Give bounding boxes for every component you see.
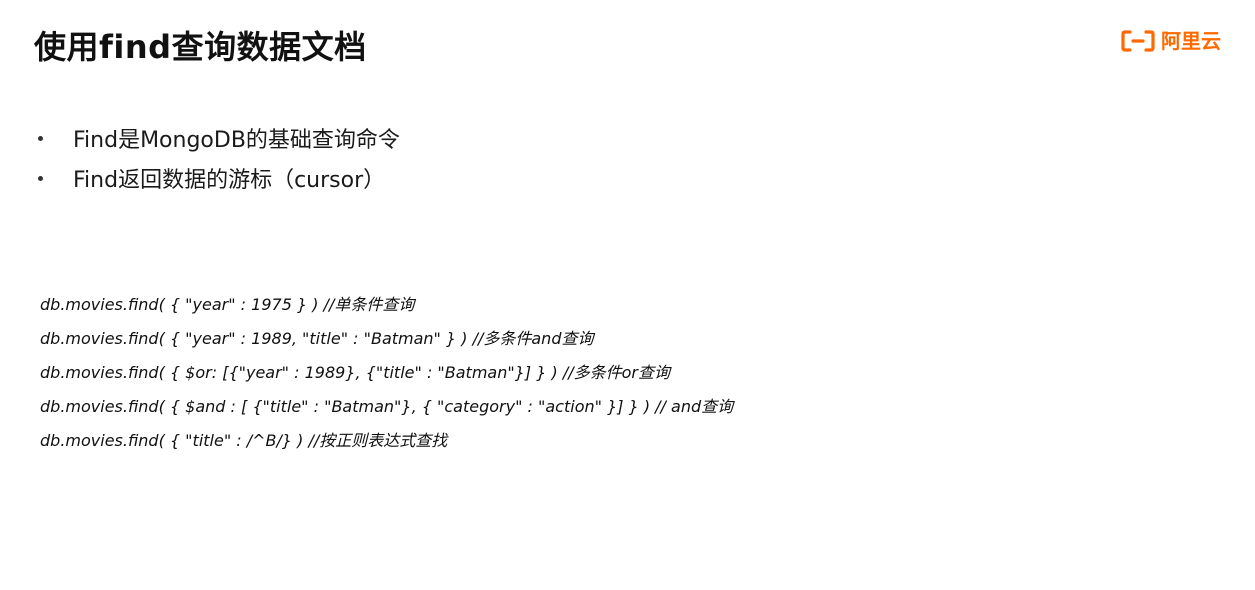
code-line: db.movies.find( { $or: [{"year" : 1989},… xyxy=(40,363,670,382)
aliyun-logo-icon xyxy=(1121,30,1155,52)
code-line: db.movies.find( { "year" : 1989, "title"… xyxy=(40,329,594,348)
bullet-dot-icon xyxy=(38,175,43,181)
slide: 使用find查询数据文档 阿里云 Find是MongoDB的基础查询命令 Fin… xyxy=(0,0,1255,590)
bullet-text: Find返回数据的游标（cursor） xyxy=(73,168,386,193)
aliyun-logo: 阿里云 xyxy=(1121,26,1221,56)
bullet-item: Find返回数据的游标（cursor） xyxy=(36,158,400,198)
bullet-text: Find是MongoDB的基础查询命令 xyxy=(73,128,400,153)
code-line: db.movies.find( { "title" : /^B/} ) //按正… xyxy=(40,431,448,450)
logo-text: 阿里云 xyxy=(1161,29,1221,53)
bullet-list: Find是MongoDB的基础查询命令 Find返回数据的游标（cursor） xyxy=(36,118,400,198)
code-line: db.movies.find( { $and : [ {"title" : "B… xyxy=(40,397,734,416)
bullet-item: Find是MongoDB的基础查询命令 xyxy=(36,118,400,158)
code-examples: db.movies.find( { "year" : 1975 } ) //单条… xyxy=(40,288,733,458)
bullet-dot-icon xyxy=(38,135,43,141)
code-line: db.movies.find( { "year" : 1975 } ) //单条… xyxy=(40,295,415,314)
slide-title: 使用find查询数据文档 xyxy=(34,28,367,66)
